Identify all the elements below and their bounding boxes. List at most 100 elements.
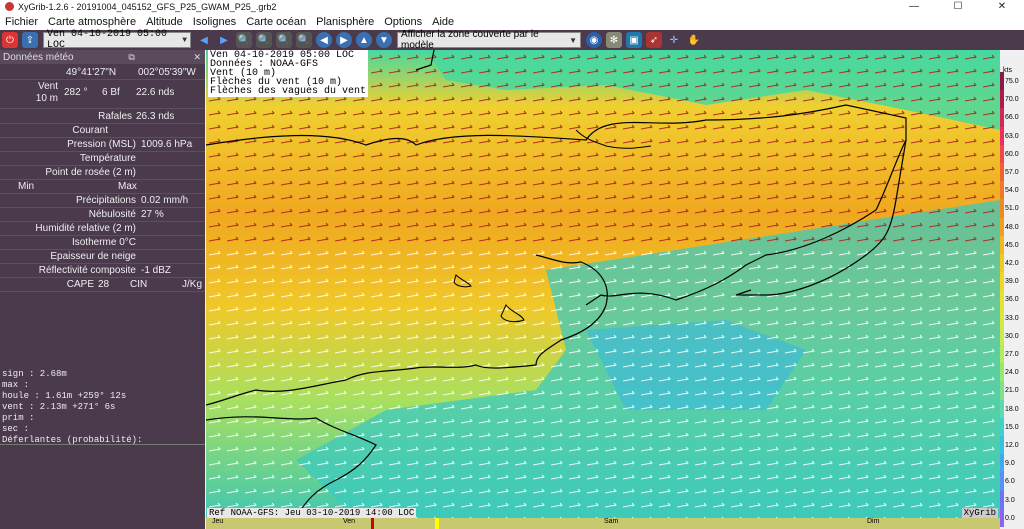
timeline-cursor[interactable] <box>371 518 374 529</box>
pressure-row: Pression (MSL) 1009.6 hPa <box>0 137 205 152</box>
app-icon <box>5 2 14 11</box>
scale-unit: kts <box>1003 67 1012 74</box>
scale-swatch <box>1000 254 1004 273</box>
menu-fichier[interactable]: Fichier <box>0 16 43 28</box>
menu-carte-atmosphere[interactable]: Carte atmosphère <box>43 16 141 28</box>
crosshair-icon[interactable]: ✛ <box>666 32 682 48</box>
menu-bar: Fichier Carte atmosphère Altitude Isolig… <box>0 13 1024 30</box>
scale-swatch <box>1000 326 1004 345</box>
meteotable-icon[interactable]: ▣ <box>626 32 642 48</box>
float-icon[interactable]: ⧉ <box>128 52 134 63</box>
menu-planisphere[interactable]: Planisphère <box>311 16 379 28</box>
scale-swatch <box>1000 436 1004 455</box>
settings-icon[interactable]: ✻ <box>606 32 622 48</box>
wave-sign: sign : 2.68m <box>2 369 67 379</box>
cape-row: CAPE 28 CIN J/Kg <box>0 277 205 292</box>
gust-row: Rafales 26.3 nds <box>0 109 205 124</box>
scale-label: 42.0 <box>1005 260 1019 267</box>
scale-swatch <box>1000 472 1004 491</box>
scale-label: 24.0 <box>1005 369 1019 377</box>
isotherm-row: Isotherme 0°C <box>0 235 205 250</box>
scale-label: 45.0 <box>1005 241 1019 249</box>
precip-row: Précipitations 0.02 mm/h <box>0 193 205 208</box>
coords-row: 49°41'27"N 002°05'39"W <box>0 65 205 80</box>
rocket-icon[interactable]: ➶ <box>646 32 662 48</box>
chevron-down-icon: ▼ <box>569 35 577 45</box>
date-select[interactable]: Ven 04-10-2019 05:00 LOC ▼ <box>43 29 191 51</box>
zoom-all-icon[interactable]: 🔍 <box>296 32 312 48</box>
panel-header: Données météo ⧉ ✕ <box>0 50 205 64</box>
menu-isolignes[interactable]: Isolignes <box>188 16 241 28</box>
scale-swatch <box>1000 381 1004 400</box>
scale-label: 3.0 <box>1005 496 1015 504</box>
scale-label: 0.0 <box>1005 514 1015 522</box>
scale-swatch <box>1000 235 1004 254</box>
menu-aide[interactable]: Aide <box>427 16 459 28</box>
scale-swatch <box>1000 90 1004 109</box>
prev-time-icon[interactable]: ◀ <box>196 32 212 48</box>
scale-swatch <box>1000 454 1004 473</box>
menu-options[interactable]: Options <box>379 16 427 28</box>
brand-label: XyGrib <box>961 508 998 518</box>
zone-select[interactable]: Afficher la zone couverte par le modèle ▼ <box>397 29 581 51</box>
weather-map[interactable]: Ven 04-10-2019 05:00 LOC Données : NOAA-… <box>206 50 1000 518</box>
scale-swatch <box>1000 72 1004 91</box>
dewpoint-row: Point de rosée (2 m) <box>0 165 205 180</box>
current-row: Courant <box>0 123 205 138</box>
scale-swatch <box>1000 399 1004 418</box>
scale-label: 15.0 <box>1005 423 1019 431</box>
temperature-row: Température <box>0 151 205 166</box>
scale-label: 30.0 <box>1005 332 1019 340</box>
humidity-row: Humidité relative (2 m) <box>0 221 205 236</box>
toolbar: ⏻ ⇪ Ven 04-10-2019 05:00 LOC ▼ ◀ ▶ 🔍 🔍 🔍 … <box>0 29 1024 51</box>
scale-swatch <box>1000 417 1004 436</box>
color-scale: kts 75.0 70.0 66.0 63.0 60.0 57.0 54.0 51.0 48.0… <box>1000 50 1024 529</box>
globe-icon[interactable]: ◉ <box>586 32 602 48</box>
day-jeu: Jeu <box>212 518 224 525</box>
scale-label: 6.0 <box>1005 478 1015 486</box>
scale-swatch <box>1000 126 1004 145</box>
chevron-down-icon: ▼ <box>182 35 187 45</box>
zoom-in-icon[interactable]: 🔍 <box>236 32 252 48</box>
menu-carte-ocean[interactable]: Carte océan <box>241 16 311 28</box>
zoom-out-icon[interactable]: 🔍 <box>256 32 272 48</box>
overlay-wave-arrows: Flèches des vagues du vent <box>210 86 367 97</box>
close-window-button[interactable]: ✕ <box>980 0 1024 13</box>
hand-icon[interactable]: ✋ <box>686 32 702 48</box>
panel-divider <box>0 444 205 445</box>
scale-label: 21.0 <box>1005 387 1019 395</box>
scale-label: 33.0 <box>1005 314 1019 322</box>
pan-left-icon[interactable]: ◀ <box>316 32 332 48</box>
scale-swatch <box>1000 363 1004 382</box>
pan-up-icon[interactable]: ▲ <box>356 32 372 48</box>
snow-row: Epaisseur de neige <box>0 249 205 264</box>
menu-altitude[interactable]: Altitude <box>141 16 188 28</box>
zoom-area-icon[interactable]: 🔍 <box>276 32 292 48</box>
reference-time: Ref NOAA-GFS: Jeu 03-10-2019 14:00 LOC <box>207 508 417 518</box>
stop-icon[interactable]: ⏻ <box>2 32 18 48</box>
scale-swatch <box>1000 108 1004 127</box>
reflectivity-row: Réflectivité composite -1 dBZ <box>0 263 205 278</box>
next-time-icon[interactable]: ▶ <box>216 32 232 48</box>
day-sam: Sam <box>604 518 619 525</box>
timeline-slider[interactable]: Jeu Ven Sam Dim <box>206 518 1000 529</box>
minimize-button[interactable]: — <box>892 0 936 13</box>
timeline-marker <box>435 518 439 529</box>
day-ven: Ven <box>343 518 356 525</box>
wave-max: max : <box>2 380 30 390</box>
close-panel-icon[interactable]: ✕ <box>193 52 201 63</box>
scale-label: 54.0 <box>1005 187 1019 195</box>
title-bar: XyGrib-1.2.6 - 20191004_045152_GFS_P25_G… <box>0 0 1024 13</box>
scale-label: 75.0 <box>1005 78 1019 85</box>
scale-swatch <box>1000 199 1004 218</box>
pan-down-icon[interactable]: ▼ <box>376 32 392 48</box>
pan-right-icon[interactable]: ▶ <box>336 32 352 48</box>
scale-label: 63.0 <box>1005 132 1019 140</box>
scale-swatch <box>1000 290 1004 309</box>
cloud-row: Nébulosité 27 % <box>0 207 205 222</box>
open-file-icon[interactable]: ⇪ <box>22 32 38 48</box>
maximize-button[interactable]: ☐ <box>936 0 980 13</box>
scale-label: 9.0 <box>1005 460 1015 468</box>
scale-swatch <box>1000 217 1004 236</box>
wave-swell: houle : 1.61m +259° 12s <box>2 391 127 401</box>
